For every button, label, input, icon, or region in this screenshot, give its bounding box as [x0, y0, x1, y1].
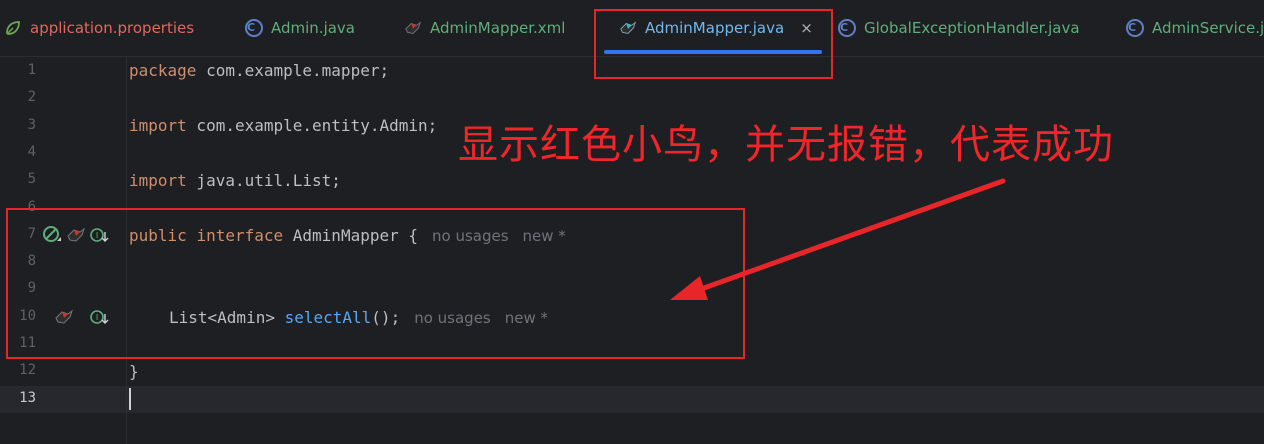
- annotation-arrow-icon: [670, 178, 1006, 300]
